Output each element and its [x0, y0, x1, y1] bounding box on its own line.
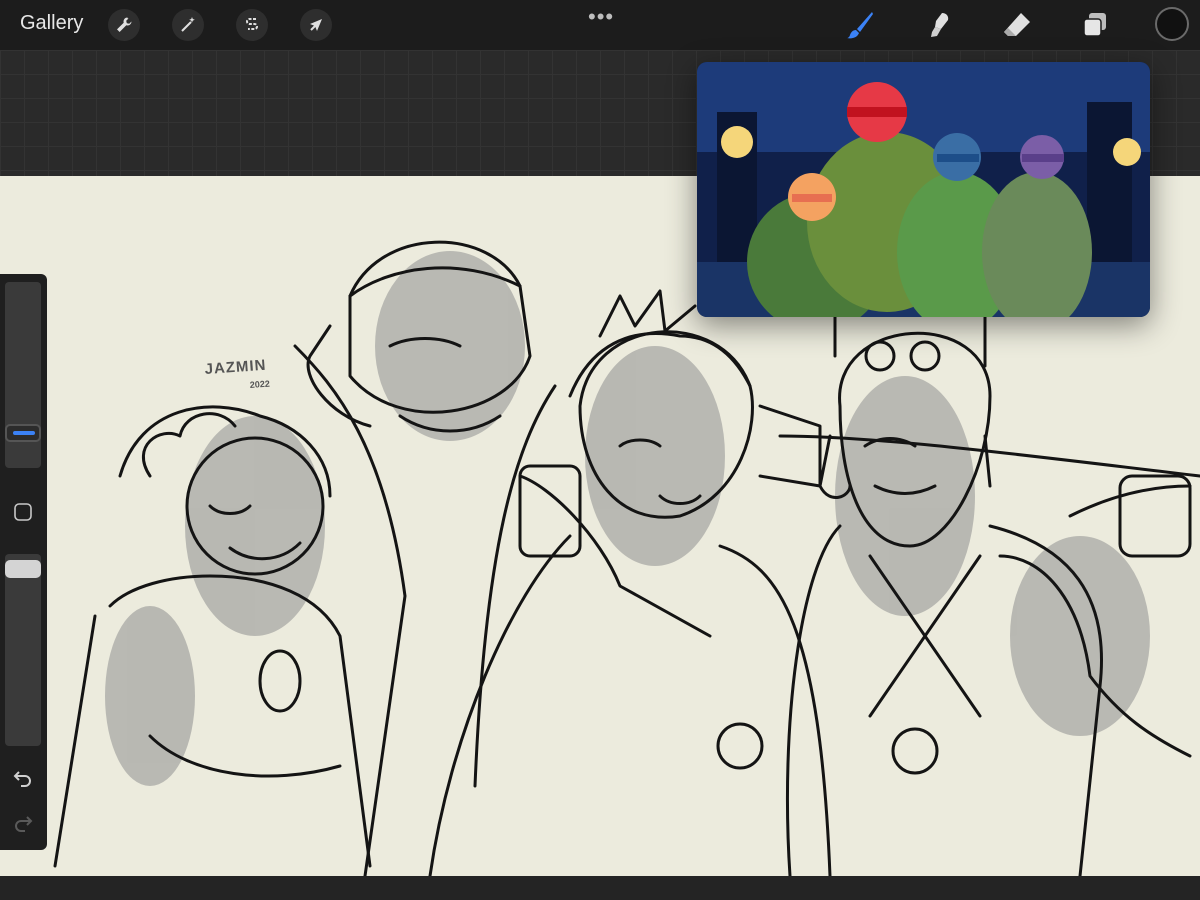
brush-icon[interactable] [843, 8, 877, 42]
gallery-button[interactable]: Gallery [20, 12, 83, 35]
modify-button[interactable] [10, 499, 36, 525]
brush-size-indicator [13, 431, 35, 435]
undo-icon[interactable] [10, 764, 36, 790]
selection-s-icon[interactable] [236, 9, 268, 41]
opacity-handle[interactable] [5, 560, 41, 578]
brush-size-handle[interactable] [5, 424, 41, 442]
redo-icon[interactable] [10, 809, 36, 835]
bottom-bar [0, 876, 1200, 900]
arrow-cursor-icon[interactable] [300, 9, 332, 41]
more-options-icon[interactable]: ••• [588, 4, 614, 30]
smudge-icon[interactable] [922, 8, 956, 42]
left-sidebar [0, 274, 47, 850]
wrench-icon[interactable] [108, 9, 140, 41]
top-toolbar: Gallery ••• [0, 0, 1200, 50]
magic-wand-icon[interactable] [172, 9, 204, 41]
reference-image-window[interactable] [697, 62, 1150, 317]
eraser-icon[interactable] [1000, 8, 1034, 42]
opacity-slider[interactable] [5, 554, 41, 746]
layers-icon[interactable] [1078, 8, 1112, 42]
reference-image [697, 62, 1150, 317]
artist-signature: JAZMIN [204, 357, 267, 378]
color-picker-button[interactable] [1155, 7, 1189, 41]
signature-year: 2022 [249, 379, 270, 390]
